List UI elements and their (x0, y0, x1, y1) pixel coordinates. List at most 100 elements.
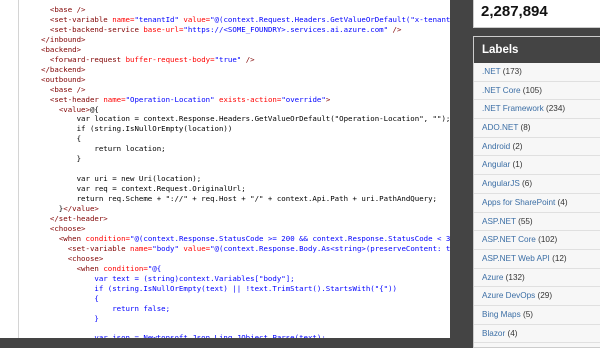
label-item: Azure DevOps (29) (474, 287, 600, 306)
code-token: var uri = new Uri(location); (41, 174, 202, 184)
code-line: var location = context.Response.Headers.… (41, 114, 450, 124)
code-token: { (41, 134, 82, 144)
code-token: <set-variable (67, 243, 130, 253)
label-link[interactable]: ASP.NET Core (482, 235, 536, 244)
code-line: <when condition="@(context.Response.Stat… (41, 234, 450, 244)
main-content: <base /> <set-variable name="tenantId" v… (0, 0, 450, 338)
code-line: if (string.IsNullOrEmpty(text) || !text.… (41, 284, 450, 294)
code-token: "tenantId" (134, 14, 184, 24)
label-link[interactable]: Azure DevOps (482, 291, 535, 300)
label-link[interactable]: .NET (482, 67, 501, 76)
code-line: </backend> (41, 65, 450, 75)
label-link[interactable]: Angular (482, 160, 510, 169)
code-token: "@(context.Request.Headers.GetValueOrDef… (210, 14, 450, 24)
code-token: <when (58, 233, 86, 243)
code-line: <set-variable name="body" value="@(conte… (41, 244, 450, 254)
label-count: (132) (503, 272, 525, 282)
code-line: return req.Scheme + "://" + req.Host + "… (41, 194, 450, 204)
code-token: "Operation-Location" (125, 94, 220, 104)
label-link[interactable]: ADO.NET (482, 123, 518, 132)
label-count: (6) (519, 179, 533, 189)
code-line: <set-backend-service base-url="https://<… (41, 25, 450, 35)
sidebar: 2,287,894 Labels .NET (173) .NET Core (10… (450, 0, 600, 348)
code-token: return false; (41, 303, 171, 313)
code-token: <base /> (49, 84, 86, 94)
label-item: Blazor (4) (474, 325, 600, 344)
code-token: <choose> (49, 223, 86, 233)
label-link[interactable]: AngularJS (482, 179, 520, 188)
label-count: (8) (518, 123, 531, 133)
label-item: Bing Maps (5) (474, 306, 600, 325)
label-count: (4) (555, 197, 568, 207)
code-token: } (41, 204, 64, 214)
label-count: (1) (510, 160, 523, 170)
code-token: "body" (152, 243, 184, 253)
code-token: if (string.IsNullOrEmpty(text) || !text.… (41, 283, 397, 293)
code-line: } (41, 314, 450, 324)
code-line: <choose> (41, 254, 450, 264)
label-link[interactable]: ASP.NET Web API (482, 254, 550, 263)
code-token: if (string.IsNullOrEmpty(location)) (41, 124, 233, 134)
code-token: "https://<SOME_FOUNDRY>.services.ai.azur… (183, 24, 393, 34)
code-token: } (41, 313, 99, 323)
code-token: value= (183, 243, 211, 253)
code-token: var text = (string)context.Variables["bo… (41, 273, 295, 283)
code-token: var json = Newtonsoft.Json.Linq.JObject.… (41, 333, 326, 338)
code-token: condition= (85, 233, 131, 243)
code-line: var uri = new Uri(location); (41, 174, 450, 184)
label-count: (5) (520, 309, 533, 319)
label-count: (173) (500, 67, 522, 76)
label-item: AngularJS (6) (474, 175, 600, 194)
label-item: Apps for SharePoint (4) (474, 194, 600, 213)
labels-widget: Labels .NET (173) .NET Core (105) .NET Fra… (473, 36, 600, 348)
code-token: name= (130, 243, 153, 253)
code-token: </backend> (41, 64, 86, 74)
code-token: return req.Scheme + "://" + req.Host + "… (41, 194, 438, 204)
code-token: </set-header> (49, 214, 108, 224)
code-token: name= (112, 14, 135, 24)
label-link[interactable]: Android (482, 142, 510, 151)
code-token: <when (76, 263, 104, 273)
label-link[interactable]: .NET Framework (482, 104, 544, 113)
label-link[interactable]: Blazor (482, 329, 505, 338)
label-count: (4) (505, 328, 518, 338)
label-item: ADO.NET (8) (474, 119, 600, 138)
code-token: <set-header (49, 94, 104, 104)
code-line: return location; (41, 144, 450, 154)
label-count: (105) (520, 85, 542, 95)
code-token: exists-action= (219, 94, 282, 104)
code-token: <base /> (49, 5, 86, 14)
code-token: "@(context.Response.Body.As<string>(pres… (210, 243, 450, 253)
label-item: ASP.NET Core (102) (474, 231, 600, 250)
code-line: <value>@{ (41, 105, 450, 115)
label-count: (12) (549, 253, 567, 263)
code-token: "true" (214, 54, 246, 64)
code-token: <forward-request (49, 54, 126, 64)
code-token: @{ (89, 104, 99, 114)
label-link[interactable]: Azure (482, 273, 503, 282)
pageviews-widget: 2,287,894 (473, 0, 600, 28)
label-link[interactable]: Apps for SharePoint (482, 198, 555, 207)
code-token: <outbound> (41, 74, 86, 84)
code-token: value= (183, 14, 211, 24)
label-link[interactable]: ASP.NET (482, 217, 516, 226)
label-item: ASP.NET Web API (12) (474, 250, 600, 269)
code-line: var req = context.Request.OriginalUrl; (41, 184, 450, 194)
label-count: (29) (535, 291, 553, 301)
code-token: } (41, 154, 82, 164)
label-item: .NET Core (105) (474, 82, 600, 101)
label-count: (234) (543, 104, 566, 114)
code-line: return false; (41, 304, 450, 314)
label-count: (102) (535, 235, 558, 245)
code-line: { (41, 294, 450, 304)
code-line: { (41, 134, 450, 144)
label-link[interactable]: Bing Maps (482, 310, 521, 319)
code-token: var location = context.Response.Headers.… (41, 114, 450, 124)
label-link[interactable]: .NET Core (482, 86, 521, 95)
